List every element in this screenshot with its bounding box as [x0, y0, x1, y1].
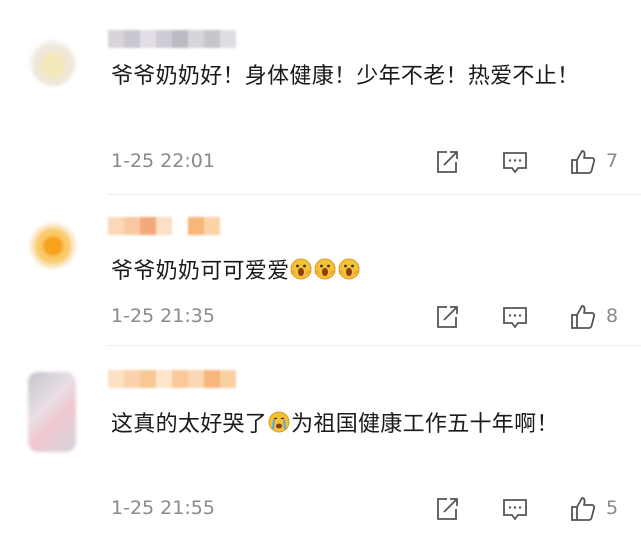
comment-text-part2: 为祖国健康工作五十年啊！ [291, 412, 559, 437]
share-icon[interactable] [433, 303, 461, 331]
like-icon[interactable] [569, 148, 597, 176]
like-count: 7 [606, 150, 619, 172]
comment-meta: 1-25 21:55 5 [111, 495, 641, 523]
like-icon[interactable] [569, 495, 597, 523]
comment-meta: 1-25 21:35 8 [111, 303, 641, 331]
comment-time: 1-25 22:01 [111, 150, 215, 172]
avatar[interactable] [28, 372, 76, 452]
comment-text-body: 爷爷奶奶可可爱爱 [111, 259, 290, 284]
comment-text: 爷爷奶奶好！身体健康！少年不老！热爱不止！ [111, 64, 580, 89]
comment-time: 1-25 21:35 [111, 305, 215, 327]
comment-icon[interactable] [501, 495, 529, 523]
crying-face-emoji [267, 409, 291, 446]
comment-meta: 1-25 22:01 7 [111, 148, 641, 176]
username[interactable] [108, 217, 220, 235]
share-icon[interactable] [433, 495, 461, 523]
comment-time: 1-25 21:55 [111, 497, 215, 519]
screaming-face-emoji [289, 256, 361, 293]
username[interactable] [108, 370, 236, 388]
like-count: 5 [606, 497, 619, 519]
like-icon[interactable] [569, 303, 597, 331]
avatar[interactable] [30, 40, 76, 86]
comment-icon[interactable] [501, 303, 529, 331]
share-icon[interactable] [433, 148, 461, 176]
comment-text: 爷爷奶奶可可爱爱 [111, 253, 621, 293]
like-count: 8 [606, 305, 619, 327]
comment-text-part1: 这真的太好哭了 [111, 412, 268, 437]
comment-text: 这真的太好哭了 为祖国健康工作五十年啊！ [111, 406, 621, 446]
comment-item: 爷爷奶奶好！身体健康！少年不老！热爱不止！ 1-25 22:01 7 [0, 0, 641, 195]
username[interactable] [108, 30, 236, 48]
comment-item: 爷爷奶奶可可爱爱 1-25 21:35 8 [0, 195, 641, 350]
comment-icon[interactable] [501, 148, 529, 176]
comment-item: 这真的太好哭了 为祖国健康工作五十年啊！ 1-25 21:55 5 [0, 346, 641, 538]
avatar[interactable] [30, 223, 76, 269]
